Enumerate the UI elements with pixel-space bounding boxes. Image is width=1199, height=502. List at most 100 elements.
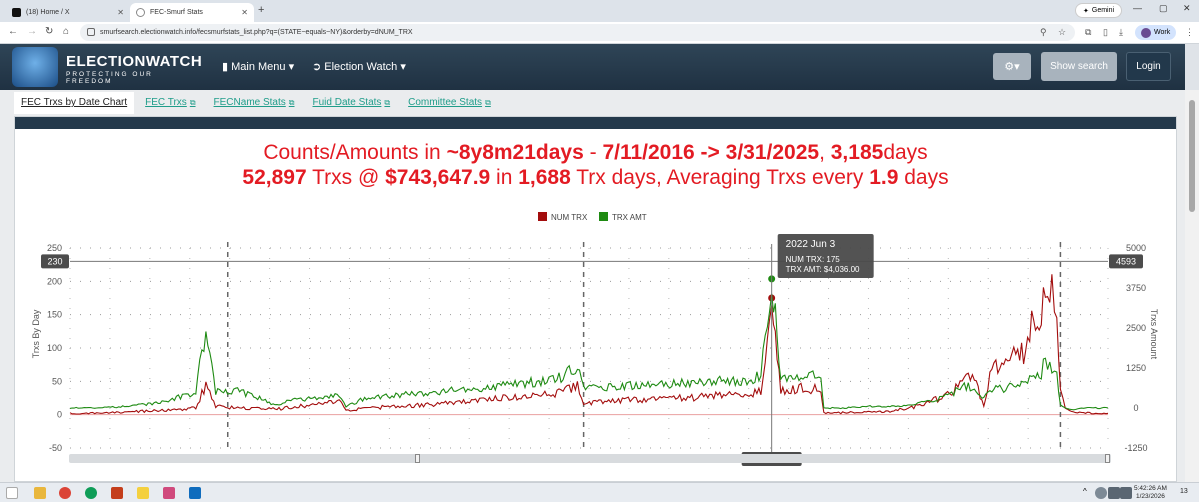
- y-axis-label: Trxs By Day: [31, 309, 41, 358]
- tab-fuid-date-stats[interactable]: Fuid Date Stats ⧉: [306, 92, 398, 114]
- y2-tick-label: 0: [1133, 403, 1138, 413]
- legend-swatch: [538, 212, 547, 221]
- forward-button[interactable]: →: [27, 26, 37, 37]
- sidepanel-icon[interactable]: ▯: [1103, 27, 1108, 38]
- download-icon[interactable]: ⤓: [1119, 27, 1123, 38]
- y2-tick-label: 3750: [1126, 283, 1146, 293]
- y-tick-label: 150: [47, 310, 62, 320]
- chart-grid: [69, 242, 1109, 449]
- reload-button[interactable]: ↻: [45, 26, 53, 37]
- tab-fec-trxs[interactable]: FEC Trxs ⧉: [138, 92, 202, 114]
- logo-subtitle: PROTECTING OUR FREEDOM: [66, 71, 153, 85]
- navigator-handle-right[interactable]: [1105, 454, 1110, 463]
- close-icon[interactable]: ✕: [117, 8, 124, 17]
- address-toolbar: ← → ↻ ⌂ smurfsearch.electionwatch.info/f…: [0, 22, 1199, 44]
- windows-start-icon[interactable]: [6, 487, 18, 499]
- home-button[interactable]: ⌂: [63, 26, 69, 37]
- election-watch-label: Election Watch: [324, 61, 398, 73]
- headline-line-2: 52,897 Trxs @ $743,647.9 in 1,688 Trx da…: [15, 166, 1176, 190]
- headline-text: days: [883, 141, 928, 164]
- page-content: FEC Trxs by Date Chart FEC Trxs ⧉ FECName…: [0, 90, 1185, 482]
- y-tick-label: -50: [49, 443, 62, 453]
- crosshair-left-label: 230: [47, 256, 62, 266]
- headline-date-range: 7/11/2016 -> 3/31/2025: [602, 141, 820, 164]
- headline-trx-days: 1,688: [518, 166, 571, 189]
- profile-button[interactable]: Work: [1135, 25, 1177, 40]
- app-icon[interactable]: [163, 487, 175, 499]
- taskbar-clock[interactable]: 5:42:26 AM 1/23/2026: [1134, 485, 1167, 501]
- y-tick-label: 100: [47, 343, 62, 353]
- volume-icon[interactable]: [1120, 487, 1132, 499]
- window-close-button[interactable]: ✕: [1183, 3, 1191, 14]
- notification-badge[interactable]: 13: [1180, 488, 1188, 495]
- bookmark-star-icon[interactable]: ☆: [1058, 27, 1066, 38]
- scrollbar-thumb[interactable]: [1189, 100, 1195, 212]
- sub-navigation: FEC Trxs by Date Chart FEC Trxs ⧉ FECName…: [14, 92, 502, 114]
- y-tick-label: 250: [47, 243, 62, 253]
- main-menu-dropdown[interactable]: ▮ Main Menu ▾: [222, 60, 294, 73]
- chrome-profile-icon[interactable]: [85, 487, 97, 499]
- headline-trx-count: 52,897: [242, 166, 307, 189]
- electionwatch-logo[interactable]: ELECTIONWATCH PROTECTING OUR FREEDOM: [12, 47, 202, 87]
- crosshair-right-label: 4593: [1116, 256, 1136, 266]
- election-watch-dropdown[interactable]: ➲ Election Watch ▾: [312, 60, 406, 73]
- wifi-icon[interactable]: [1108, 487, 1120, 499]
- tab-title: (18) Home / X: [26, 9, 70, 16]
- tooltip-num-trx: NUM TRX: 175: [786, 255, 841, 264]
- sparkle-icon: ✦: [1083, 7, 1089, 15]
- trx-chart[interactable]: 250 200 150 100 50 0 -50 5000 3750 2500 1250 0 -125…: [15, 209, 1176, 471]
- headline-text: ,: [819, 141, 831, 164]
- file-explorer-icon[interactable]: [34, 487, 46, 499]
- powerpoint-icon[interactable]: [111, 487, 123, 499]
- back-button[interactable]: ←: [8, 26, 18, 37]
- url-input[interactable]: smurfsearch.electionwatch.info/fecsmurfs…: [80, 24, 1075, 41]
- outlook-icon[interactable]: [189, 487, 201, 499]
- taskbar: ^ 5:42:26 AM 1/23/2026 13: [0, 482, 1199, 502]
- tray-chevron-icon[interactable]: ^: [1083, 487, 1091, 499]
- site-info-icon[interactable]: [87, 28, 95, 36]
- circle-arrow-icon: ➲: [312, 61, 322, 73]
- tab-fec-trxs-by-date-chart[interactable]: FEC Trxs by Date Chart: [14, 92, 135, 114]
- menu-dots-icon[interactable]: ⋮: [1185, 27, 1194, 38]
- extensions-icon[interactable]: ⧉: [1085, 27, 1091, 38]
- minimize-button[interactable]: —: [1133, 3, 1142, 13]
- maximize-button[interactable]: ▢: [1159, 3, 1168, 14]
- y2-axis-label: Trxs Amount: [1149, 309, 1159, 360]
- gear-icon: ⚙▾: [1004, 61, 1020, 73]
- tab-label: Fuid Date Stats: [312, 97, 382, 108]
- external-link-icon: ⧉: [384, 98, 391, 107]
- page-scrollbar[interactable]: [1185, 90, 1199, 482]
- zoom-icon[interactable]: ⚲: [1040, 27, 1047, 38]
- close-icon[interactable]: ✕: [241, 8, 248, 17]
- headline-text: -: [583, 141, 603, 164]
- show-search-button[interactable]: Show search: [1041, 52, 1117, 81]
- tab-committee-stats[interactable]: Committee Stats ⧉: [401, 92, 498, 114]
- tab-fecname-stats[interactable]: FECName Stats ⧉: [207, 92, 302, 114]
- external-link-icon: ⧉: [485, 98, 491, 107]
- caret-down-icon: ▾: [288, 61, 295, 73]
- chart-series: [69, 274, 1109, 415]
- tooltip-date: 2022 Jun 3: [786, 239, 836, 250]
- sticky-notes-icon[interactable]: [137, 487, 149, 499]
- navigator-handle-left[interactable]: [415, 454, 420, 463]
- browser-tab-x[interactable]: (18) Home / X ✕: [6, 3, 130, 22]
- browser-tab-fec[interactable]: FEC-Smurf Stats ✕: [130, 3, 254, 22]
- new-tab-button[interactable]: +: [258, 4, 264, 16]
- headline-text: days: [898, 166, 949, 189]
- cloud-icon[interactable]: [1095, 487, 1107, 499]
- chart-legend[interactable]: NUM TRX TRX AMT: [538, 212, 647, 222]
- headline-day-count: 3,185: [830, 141, 884, 164]
- gemini-button[interactable]: ✦ Gemini: [1075, 3, 1123, 18]
- login-button[interactable]: Login: [1126, 52, 1171, 81]
- y-axis-ticks: 250 200 150 100 50 0 -50: [47, 243, 62, 453]
- y-tick-label: 50: [52, 376, 62, 386]
- headline-text: Counts/Amounts in: [263, 141, 447, 164]
- tab-label: Committee Stats: [408, 97, 483, 108]
- settings-button[interactable]: ⚙▾: [993, 53, 1031, 80]
- tooltip-trx-amt: TRX AMT: $4,036.00: [786, 265, 860, 274]
- navigator-scrollbar[interactable]: [69, 454, 1111, 463]
- browser-tabstrip: (18) Home / X ✕ FEC-Smurf Stats ✕ + ✦ Ge…: [0, 0, 1199, 22]
- site-header: ELECTIONWATCH PROTECTING OUR FREEDOM ▮ M…: [0, 44, 1185, 90]
- chrome-icon[interactable]: [59, 487, 71, 499]
- legend-swatch: [599, 212, 608, 221]
